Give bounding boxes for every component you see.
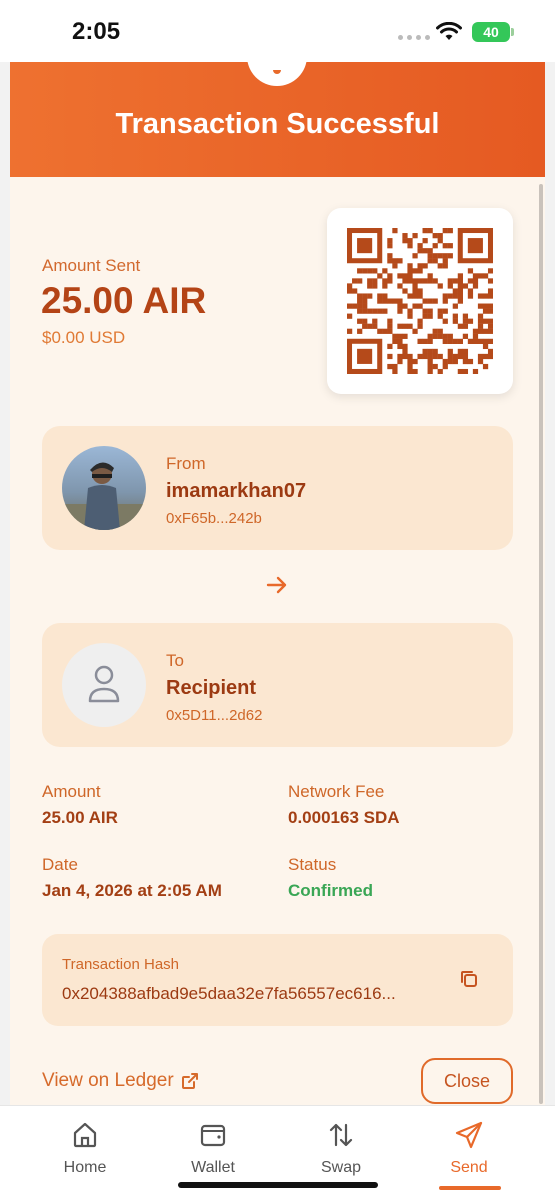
hash-value: 0x204388afbad9e5daa32e7fa56557ec616... [62, 984, 396, 1003]
to-label: To [166, 651, 184, 670]
date-value: Jan 4, 2026 at 2:05 AM [42, 881, 222, 900]
arrow-right-icon [266, 576, 287, 594]
view-on-ledger-link[interactable]: View on Ledger [42, 1070, 200, 1092]
close-button[interactable]: Close [421, 1058, 513, 1104]
tab-home[interactable]: Home [30, 1120, 140, 1177]
amount-value: 25.00 AIR [42, 808, 118, 827]
amount-label: Amount [42, 782, 101, 801]
date-label: Date [42, 855, 78, 874]
status-time: 2:05 [72, 18, 121, 45]
transaction-hash-card: Transaction Hash 0x204388afbad9e5daa32e7… [42, 934, 513, 1026]
tab-swap[interactable]: Swap [286, 1120, 396, 1177]
external-link-icon [181, 1073, 198, 1089]
success-header: Transaction Successful [10, 62, 545, 177]
tab-send[interactable]: Send [414, 1120, 524, 1177]
qr-code-card [327, 208, 513, 394]
recipient-address: 0x5D11...2d62 [166, 707, 263, 724]
amount-sent-label: Amount Sent [42, 256, 141, 275]
tab-wallet[interactable]: Wallet [158, 1120, 268, 1177]
sender-avatar [62, 446, 146, 530]
from-label: From [166, 454, 206, 473]
battery-cap-icon [511, 28, 514, 36]
copy-icon[interactable] [458, 968, 480, 990]
page-title: Transaction Successful [115, 108, 440, 140]
tab-send-label: Send [450, 1159, 488, 1176]
network-fee-value: 0.000163 SDA [288, 808, 400, 827]
tab-wallet-label: Wallet [191, 1159, 235, 1176]
sender-photo-icon [62, 462, 146, 530]
scrollbar[interactable] [539, 184, 543, 1104]
send-icon [455, 1121, 483, 1149]
recipient-name: Recipient [166, 677, 257, 699]
user-icon [88, 665, 120, 703]
tab-home-label: Home [63, 1159, 107, 1176]
signal-dots-icon [398, 35, 430, 40]
from-card: From imamarkhan07 0xF65b...242b [42, 426, 513, 550]
active-tab-indicator [439, 1186, 501, 1190]
transaction-sheet: Transaction Successful Amount Sent 25.00… [10, 62, 545, 1112]
amount-sent-value: 25.00 AIR [41, 280, 207, 321]
sender-name: imamarkhan07 [166, 480, 307, 502]
success-badge-icon [247, 62, 307, 86]
network-fee-label: Network Fee [288, 782, 385, 801]
status-value: Confirmed [288, 881, 373, 900]
swap-icon [329, 1123, 353, 1147]
battery-indicator: 40 [472, 22, 510, 42]
tab-swap-label: Swap [320, 1159, 362, 1176]
sender-address: 0xF65b...242b [166, 510, 262, 527]
status-bar: 2:05 40 [0, 0, 555, 62]
home-icon [73, 1122, 97, 1148]
wifi-icon [436, 22, 462, 40]
to-card: To Recipient 0x5D11...2d62 [42, 623, 513, 747]
amount-usd-value: $0.00 USD [42, 328, 126, 347]
view-on-ledger-label: View on Ledger [42, 1070, 174, 1091]
status-label: Status [288, 855, 337, 874]
recipient-avatar [62, 643, 146, 727]
wallet-icon [200, 1124, 226, 1147]
qr-code-icon [347, 228, 493, 374]
home-indicator [178, 1182, 378, 1188]
hash-label: Transaction Hash [62, 956, 179, 973]
